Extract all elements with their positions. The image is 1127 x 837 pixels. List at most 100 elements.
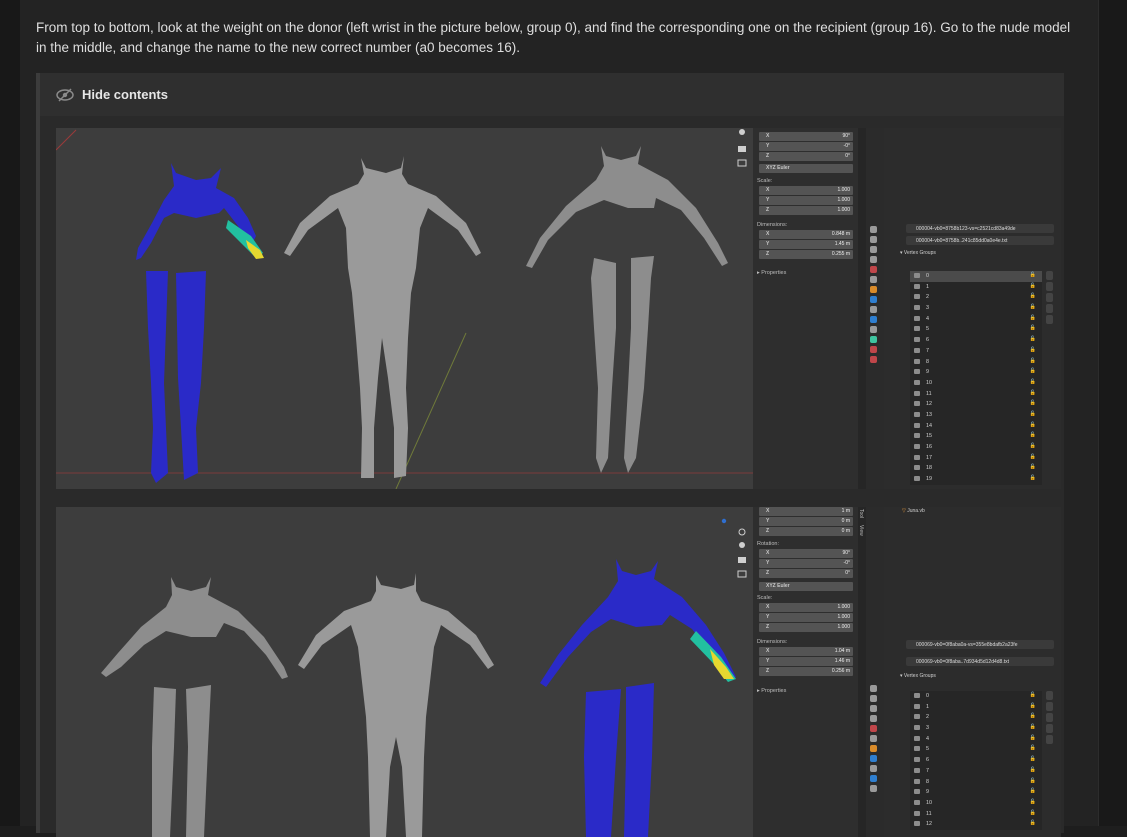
list-item[interactable]: 6 🔓 [910, 755, 1042, 766]
location-y-field[interactable]: Y0 m [759, 517, 853, 526]
blender-screenshot-donor: X 90° Y -0° Z 0° XYZ Euler Scale: X 1.000 Y1… [56, 128, 1061, 489]
spoiler-label: Hide contents [82, 87, 168, 102]
dimension-y-field[interactable]: Y 1.45 m [759, 240, 853, 249]
dimension-x-field[interactable]: X 0.848 m [759, 230, 853, 239]
list-item[interactable]: 3 🔓 [910, 723, 1042, 734]
list-item[interactable]: 6 🔓 [910, 335, 1042, 346]
list-item[interactable]: 5 🔓 [910, 324, 1042, 335]
scale-label: Scale: [757, 178, 773, 184]
properties-subpanel[interactable]: ▸ Properties [757, 270, 786, 276]
forum-post: From top to bottom, look at the weight o… [20, 0, 1098, 837]
eye-slash-icon [56, 87, 74, 102]
transform-n-panel: X1 m Y0 m Z0 m Rotation: X 90° Y -0° Z 0° X… [753, 507, 858, 837]
list-item[interactable]: 18 🔓 [910, 463, 1042, 474]
mesh-data-field[interactable]: 000069-vb0=0f8aba..7d934d5d12d4d8.txt [906, 657, 1054, 666]
outliner-item[interactable]: ▽ Juna.vb [902, 508, 1061, 518]
rotation-z-field[interactable]: Z 0° [759, 152, 853, 161]
list-item[interactable]: 8 🔓 [910, 777, 1042, 788]
vertex-groups-header[interactable]: ▾ Vertex Groups [900, 250, 1061, 260]
location-z-field[interactable]: Z0 m [759, 527, 853, 536]
rotation-mode-select[interactable]: XYZ Euler [759, 582, 853, 591]
sidebar-tabs: Tool View [858, 507, 866, 837]
list-item[interactable]: 7 🔓 [910, 766, 1042, 777]
scale-label: Scale: [757, 595, 773, 601]
list-item[interactable]: 19 🔓 [910, 474, 1042, 485]
rotation-x-field[interactable]: X 90° [759, 132, 853, 141]
post-intro-text: From top to bottom, look at the weight o… [36, 20, 1071, 55]
3d-viewport[interactable] [56, 128, 753, 489]
vertex-groups-list[interactable]: 0 🔓 1 🔓 2 🔓 3 🔓 4 🔓 5 🔓 6 🔓 7 🔓 8 🔓 9 🔓 10 🔓 11 🔓 12… [910, 271, 1042, 485]
scale-y-field[interactable]: Y 1.000 [759, 613, 853, 622]
vertex-groups-header[interactable]: ▾ Vertex Groups [900, 673, 1061, 683]
properties-editor: 000004-vb0=8758b123-vs=c2521cd83a49de 00… [884, 128, 1061, 489]
vertex-group-buttons[interactable] [1046, 691, 1054, 746]
list-item[interactable]: 15 🔓 [910, 431, 1042, 442]
list-item[interactable]: 14 🔓 [910, 421, 1042, 432]
list-item[interactable]: 0 🔓 [910, 271, 1042, 282]
rotation-z-field[interactable]: Z 0° [759, 569, 853, 578]
scale-y-field[interactable]: Y 1.000 [759, 196, 853, 205]
rotation-label: Rotation: [757, 541, 780, 547]
spoiler-toggle[interactable]: Hide contents [40, 73, 1064, 116]
list-item[interactable]: 12 🔓 [910, 399, 1042, 410]
dimension-x-field[interactable]: X 1.04 m [759, 647, 853, 656]
list-item[interactable]: 17 🔓 [910, 453, 1042, 464]
dimension-z-field[interactable]: Z 0.256 m [759, 667, 853, 676]
list-item[interactable]: 3 🔓 [910, 303, 1042, 314]
scale-x-field[interactable]: X 1.000 [759, 603, 853, 612]
sidebar-tabs [858, 128, 866, 489]
list-item[interactable]: 1 🔓 [910, 702, 1042, 713]
list-item[interactable]: 8 🔓 [910, 357, 1042, 368]
list-item[interactable]: 11 🔓 [910, 809, 1042, 820]
list-item[interactable]: 7 🔓 [910, 346, 1042, 357]
rotation-y-field[interactable]: Y -0° [759, 559, 853, 568]
list-item[interactable]: 4 🔓 [910, 314, 1042, 325]
page-left-gutter [0, 0, 20, 826]
list-item[interactable]: 4 🔓 [910, 734, 1042, 745]
list-item[interactable]: 9 🔓 [910, 787, 1042, 798]
viewport-navigation-gizmo[interactable] [728, 525, 753, 645]
vertex-group-buttons[interactable] [1046, 271, 1054, 326]
tab-view[interactable]: View [858, 525, 864, 536]
scale-z-field[interactable]: Z 1.000 [759, 623, 853, 632]
page-right-rail [1098, 0, 1127, 826]
dimensions-label: Dimensions: [757, 639, 788, 645]
vertex-groups-list[interactable]: 0 🔓 1 🔓 2 🔓 3 🔓 4 🔓 5 🔓 6 🔓 7 🔓 8 🔓 9 🔓 10 🔓 11 🔓 12… [910, 691, 1042, 830]
list-item[interactable]: 5 🔓 [910, 744, 1042, 755]
rotation-mode-select[interactable]: XYZ Euler [759, 164, 853, 173]
viewport-navigation-gizmo[interactable] [728, 128, 753, 248]
hand-icon[interactable] [728, 128, 753, 178]
list-item[interactable]: 0 🔓 [910, 691, 1042, 702]
rotation-y-field[interactable]: Y -0° [759, 142, 853, 151]
3d-viewport[interactable] [56, 507, 753, 837]
list-item[interactable]: 12 🔓 [910, 819, 1042, 830]
zoom-icon[interactable] [728, 525, 753, 595]
rotation-x-field[interactable]: X 90° [759, 549, 853, 558]
mesh-data-field[interactable]: 000004-vb0=8758b..241c85dd0a0e4e.txt [906, 236, 1054, 245]
dimension-z-field[interactable]: Z 0.255 m [759, 250, 853, 259]
location-x-field[interactable]: X1 m [759, 507, 853, 516]
list-item[interactable]: 2 🔓 [910, 292, 1042, 303]
object-name-field[interactable]: 000004-vb0=8758b123-vs=c2521cd83a49de [906, 224, 1054, 233]
tab-tool[interactable]: Tool [858, 509, 864, 518]
list-item[interactable]: 16 🔓 [910, 442, 1042, 453]
properties-editor: ▽ Juna.vb 000069-vb0=0f8aba0a-vs=355e8bd… [884, 507, 1061, 837]
list-item[interactable]: 13 🔓 [910, 410, 1042, 421]
list-item[interactable]: 1 🔓 [910, 282, 1042, 293]
dimensions-label: Dimensions: [757, 222, 788, 228]
scale-z-field[interactable]: Z 1.000 [759, 206, 853, 215]
transform-n-panel: X 90° Y -0° Z 0° XYZ Euler Scale: X 1.000 Y1… [753, 128, 858, 489]
spoiler-block: Hide contents X 90° Y -0° Z 0° XYZ Euler… [36, 73, 1064, 837]
list-item[interactable]: 9 🔓 [910, 367, 1042, 378]
scale-x-field[interactable]: X 1.000 [759, 186, 853, 195]
properties-tabs[interactable] [868, 223, 882, 366]
blender-screenshot-recipient: X1 m Y0 m Z0 m Rotation: X 90° Y -0° Z 0° X… [56, 507, 1061, 837]
list-item[interactable]: 2 🔓 [910, 712, 1042, 723]
properties-subpanel[interactable]: ▸ Properties [757, 688, 786, 694]
list-item[interactable]: 11 🔓 [910, 389, 1042, 400]
object-name-field[interactable]: 000069-vb0=0f8aba0a-vs=355e8bdafb2a23fe [906, 640, 1054, 649]
list-item[interactable]: 10 🔓 [910, 378, 1042, 389]
list-item[interactable]: 10 🔓 [910, 798, 1042, 809]
properties-tabs[interactable] [868, 682, 882, 795]
dimension-y-field[interactable]: Y 1.46 m [759, 657, 853, 666]
